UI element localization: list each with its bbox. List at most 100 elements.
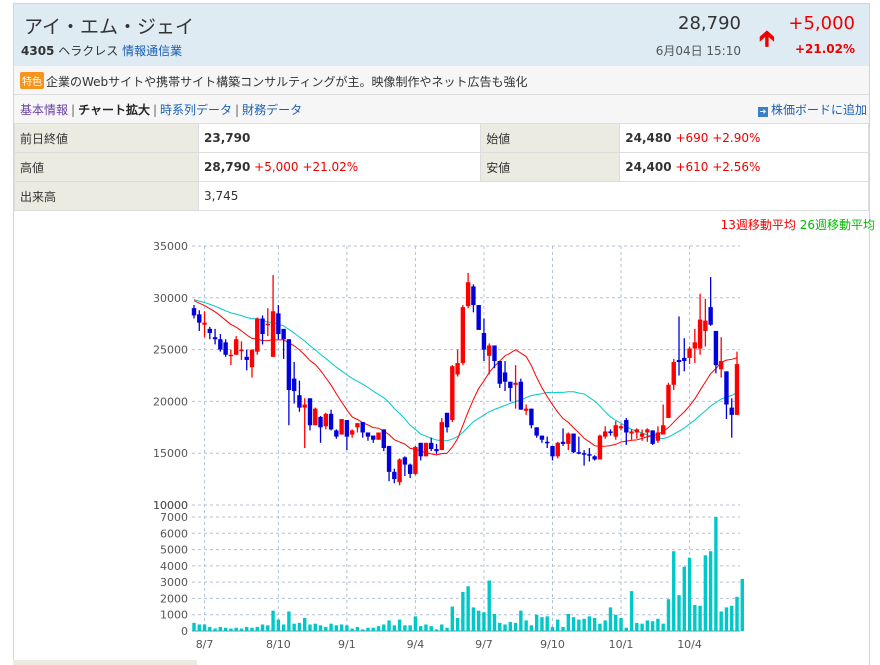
candle-up xyxy=(629,431,634,434)
candle-down xyxy=(576,452,582,454)
candle-up xyxy=(660,425,666,435)
candle-down xyxy=(191,308,197,316)
x-tick-label: 10/1 xyxy=(609,638,634,651)
volume-bar xyxy=(434,629,439,631)
volume-bar xyxy=(619,617,623,631)
volume-bar xyxy=(540,617,544,631)
candle-down xyxy=(476,305,481,330)
candle-up xyxy=(233,339,239,355)
volume-bar xyxy=(461,591,465,631)
volume-tick-label: 4000 xyxy=(160,560,188,573)
x-tick-label: 9/1 xyxy=(338,638,356,651)
price-tick-label: 30000 xyxy=(153,292,188,305)
volume-bar xyxy=(329,623,333,631)
volume-bar xyxy=(202,624,207,631)
candle-up xyxy=(639,433,645,437)
volume-bar xyxy=(498,622,502,631)
candle-down xyxy=(650,430,655,444)
candle-down xyxy=(286,339,292,391)
candle-down xyxy=(276,313,281,335)
candle-down xyxy=(608,431,613,433)
volume-bar xyxy=(476,610,481,631)
x-tick-label: 8/10 xyxy=(266,638,291,651)
candle-down xyxy=(539,435,545,440)
volume-bar xyxy=(693,604,697,631)
candle-up xyxy=(692,342,698,349)
volume-bar xyxy=(218,626,223,631)
volume-bar xyxy=(735,596,739,631)
candle-up xyxy=(202,322,207,325)
volume-bar xyxy=(466,586,470,631)
volume-bar xyxy=(403,625,407,631)
volume-bar xyxy=(366,627,370,631)
candle-up xyxy=(613,425,618,437)
volume-bar xyxy=(297,622,302,631)
bottom-tab xyxy=(13,660,197,665)
volume-bar xyxy=(524,620,528,631)
volume-bar xyxy=(324,626,328,631)
candle-up xyxy=(734,364,740,415)
candle-up xyxy=(239,349,244,352)
price-tick-label: 25000 xyxy=(153,344,188,357)
candle-down xyxy=(534,427,539,436)
volume-bar xyxy=(382,624,386,631)
volume-bar xyxy=(672,551,676,631)
volume-bar xyxy=(714,517,718,631)
candle-down xyxy=(481,333,487,350)
volume-bar xyxy=(550,626,555,631)
candle-down xyxy=(729,407,734,415)
candle-down xyxy=(223,342,228,355)
volume-bar xyxy=(271,610,275,631)
candle-up xyxy=(450,366,455,421)
candle-down xyxy=(545,441,550,444)
candle-up xyxy=(397,459,402,483)
candle-down xyxy=(587,454,592,456)
volume-tick-label: 0 xyxy=(181,625,188,638)
candle-down xyxy=(429,442,434,450)
candle-up xyxy=(265,323,271,326)
candle-up xyxy=(460,307,466,364)
volume-bar xyxy=(424,624,428,631)
candle-down xyxy=(386,445,392,472)
candle-down xyxy=(197,314,202,323)
candle-down xyxy=(508,381,513,388)
candle-down xyxy=(676,359,682,363)
candle-down xyxy=(592,456,597,460)
volume-bar xyxy=(239,628,244,631)
volume-bar xyxy=(587,616,592,631)
candle-down xyxy=(502,372,508,382)
volume-bar xyxy=(556,619,560,631)
volume-bar xyxy=(629,591,634,631)
candle-up xyxy=(634,429,640,433)
candle-up xyxy=(439,422,444,451)
candle-up xyxy=(323,413,328,427)
candle-down xyxy=(392,471,397,480)
candle-up xyxy=(313,408,318,426)
candle-down xyxy=(492,345,497,361)
candle-down xyxy=(571,433,576,453)
volume-bar xyxy=(281,624,286,631)
x-tick-label: 9/10 xyxy=(540,638,565,651)
volume-bar xyxy=(513,622,518,631)
candle-up xyxy=(513,382,518,385)
candle-up xyxy=(555,442,560,457)
volume-bar xyxy=(561,626,565,631)
candle-down xyxy=(560,441,566,444)
candle-down xyxy=(418,442,423,457)
volume-bar xyxy=(508,622,513,631)
volume-tick-label: 2000 xyxy=(160,592,188,605)
candle-down xyxy=(244,356,249,360)
candle-up xyxy=(666,384,671,418)
volume-bar xyxy=(223,627,228,631)
volume-bar xyxy=(392,625,397,631)
candle-up xyxy=(718,360,724,370)
candle-down xyxy=(360,422,365,433)
candle-up xyxy=(413,446,418,474)
volume-bar xyxy=(492,613,497,631)
volume-bar xyxy=(234,627,238,631)
volume-bar xyxy=(355,626,360,631)
candle-down xyxy=(529,408,534,426)
volume-bar xyxy=(724,607,729,631)
candle-down xyxy=(281,328,286,340)
candle-up xyxy=(270,311,276,357)
